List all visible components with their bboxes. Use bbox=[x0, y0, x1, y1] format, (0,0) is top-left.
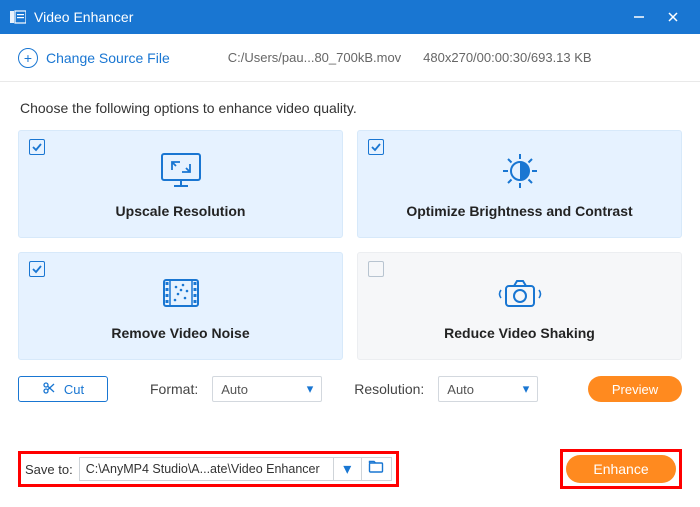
titlebar: Video Enhancer bbox=[0, 0, 700, 34]
save-path-dropdown[interactable]: ▾ bbox=[334, 457, 362, 481]
monitor-upscale-icon bbox=[156, 149, 206, 193]
enhance-button[interactable]: Enhance bbox=[566, 455, 676, 483]
checkbox[interactable] bbox=[368, 261, 384, 277]
app-logo-icon bbox=[10, 9, 26, 25]
scissors-icon bbox=[42, 381, 56, 398]
tile-label: Reduce Video Shaking bbox=[444, 325, 595, 341]
tile-label: Optimize Brightness and Contrast bbox=[406, 203, 632, 219]
bottom-bar: Save to: C:\AnyMP4 Studio\A...ate\Video … bbox=[0, 439, 700, 499]
tile-remove-noise[interactable]: Remove Video Noise bbox=[18, 252, 343, 360]
plus-circle-icon: + bbox=[18, 48, 38, 68]
format-value: Auto bbox=[221, 382, 248, 397]
caret-down-icon: ▾ bbox=[307, 381, 314, 397]
folder-icon bbox=[368, 460, 384, 479]
resolution-label: Resolution: bbox=[354, 381, 424, 397]
tile-upscale-resolution[interactable]: Upscale Resolution bbox=[18, 130, 343, 238]
source-file-meta: 480x270/00:00:30/693.13 KB bbox=[423, 50, 591, 65]
file-header: + Change Source File C:/Users/pau...80_7… bbox=[0, 34, 700, 82]
prompt-text: Choose the following options to enhance … bbox=[0, 82, 700, 130]
brightness-icon bbox=[497, 149, 543, 193]
tile-reduce-shaking[interactable]: Reduce Video Shaking bbox=[357, 252, 682, 360]
save-path-field[interactable]: C:\AnyMP4 Studio\A...ate\Video Enhancer bbox=[79, 457, 334, 481]
camera-shake-icon bbox=[495, 271, 545, 315]
film-noise-icon bbox=[156, 271, 206, 315]
preview-button[interactable]: Preview bbox=[588, 376, 682, 402]
enhance-label: Enhance bbox=[593, 461, 648, 477]
checkbox[interactable] bbox=[29, 139, 45, 155]
checkbox[interactable] bbox=[29, 261, 45, 277]
tile-optimize-brightness[interactable]: Optimize Brightness and Contrast bbox=[357, 130, 682, 238]
tile-label: Remove Video Noise bbox=[111, 325, 249, 341]
minimize-button[interactable] bbox=[622, 0, 656, 34]
preview-label: Preview bbox=[612, 382, 658, 397]
checkbox[interactable] bbox=[368, 139, 384, 155]
change-source-button[interactable]: + Change Source File bbox=[18, 48, 170, 68]
open-folder-button[interactable] bbox=[362, 457, 392, 481]
tile-label: Upscale Resolution bbox=[116, 203, 246, 219]
resolution-dropdown[interactable]: Auto ▾ bbox=[438, 376, 538, 402]
cut-label: Cut bbox=[64, 382, 84, 397]
controls-row: Cut Format: Auto ▾ Resolution: Auto ▾ Pr… bbox=[0, 360, 700, 402]
cut-button[interactable]: Cut bbox=[18, 376, 108, 402]
format-dropdown[interactable]: Auto ▾ bbox=[212, 376, 322, 402]
format-label: Format: bbox=[150, 381, 198, 397]
options-grid: Upscale Resolution Optimize Brightness a… bbox=[0, 130, 700, 360]
save-to-group: Save to: C:\AnyMP4 Studio\A...ate\Video … bbox=[18, 451, 399, 487]
resolution-value: Auto bbox=[447, 382, 474, 397]
enhance-highlight: Enhance bbox=[560, 449, 682, 489]
caret-down-icon: ▾ bbox=[343, 459, 351, 479]
caret-down-icon: ▾ bbox=[523, 381, 530, 397]
close-button[interactable] bbox=[656, 0, 690, 34]
change-source-label: Change Source File bbox=[46, 50, 170, 66]
source-file-path: C:/Users/pau...80_700kB.mov bbox=[228, 50, 401, 65]
window-title: Video Enhancer bbox=[34, 9, 622, 25]
save-to-label: Save to: bbox=[25, 462, 73, 477]
